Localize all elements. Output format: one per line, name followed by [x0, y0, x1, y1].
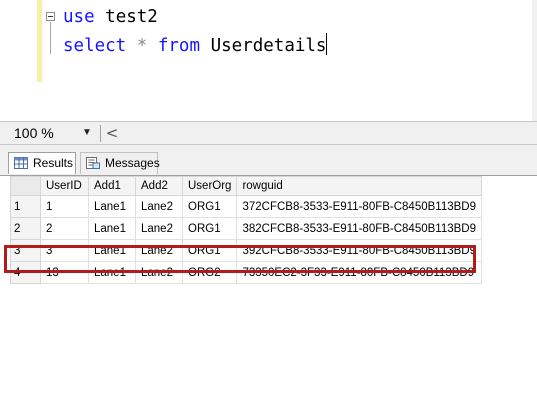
table-cell[interactable]: 1	[40, 195, 89, 218]
column-header[interactable]: rowguid	[236, 176, 482, 196]
keyword-select: select	[63, 36, 127, 56]
table-name: Userdetails	[210, 36, 327, 56]
table-cell[interactable]: 2	[40, 217, 89, 240]
table-cell[interactable]: Lane2	[135, 195, 183, 218]
table-cell[interactable]: ORG1	[181, 217, 238, 240]
row-highlight-annotation	[4, 245, 476, 273]
zoom-dropdown[interactable]: 100 % ▼	[10, 124, 96, 143]
table-cell[interactable]: 372CFCB8-3533-E911-80FB-C8450B113BD9	[236, 195, 482, 218]
keyword-from: from	[157, 36, 201, 56]
change-margin-indicator	[37, 0, 42, 82]
grid-icon	[14, 157, 28, 169]
table-cell[interactable]: Lane1	[88, 217, 136, 240]
table-cell[interactable]: ORG1	[181, 195, 238, 218]
collapse-toggle-icon[interactable]	[46, 12, 55, 21]
divider	[100, 125, 101, 142]
messages-icon	[86, 157, 100, 169]
database-name: test2	[105, 7, 158, 27]
query-editor[interactable]: use test2 select * from Userdetails	[0, 0, 537, 121]
corner-cell[interactable]	[10, 176, 41, 196]
code-line-2[interactable]: select * from Userdetails	[63, 33, 328, 57]
table-row[interactable]: 2 2 Lane1 Lane2 ORG1 382CFCB8-3533-E911-…	[10, 217, 482, 240]
results-tab-strip: Results Messages	[0, 145, 537, 175]
tab-results-label: Results	[33, 156, 74, 170]
table-cell[interactable]: Lane1	[88, 195, 136, 218]
tab-results[interactable]: Results	[8, 152, 76, 174]
table-row[interactable]: 1 1 Lane1 Lane2 ORG1 372CFCB8-3533-E911-…	[10, 195, 482, 218]
text-caret	[326, 33, 328, 55]
zoom-value: 100 %	[14, 125, 54, 141]
header-row: UserID Add1 Add2 UserOrg rowguid	[10, 176, 482, 196]
row-number[interactable]: 1	[10, 195, 41, 218]
outline-guide	[50, 22, 51, 54]
column-header[interactable]: UserID	[40, 176, 89, 196]
table-cell[interactable]: Lane2	[135, 217, 183, 240]
row-number[interactable]: 2	[10, 217, 41, 240]
code-line-1[interactable]: use test2	[63, 6, 158, 28]
editor-scrollbar[interactable]	[532, 0, 537, 121]
column-header[interactable]: UserOrg	[181, 176, 238, 196]
column-header[interactable]: Add1	[88, 176, 136, 196]
tab-messages[interactable]: Messages	[80, 152, 160, 174]
results-grid[interactable]: UserID Add1 Add2 UserOrg rowguid 1 1 Lan…	[0, 175, 537, 401]
column-header[interactable]: Add2	[135, 176, 183, 196]
tab-messages-label: Messages	[105, 156, 160, 170]
zoom-bar: 100 % ▼ <	[0, 121, 537, 145]
scroll-left-button[interactable]: <	[103, 123, 121, 143]
chevron-down-icon[interactable]: ▼	[82, 127, 92, 138]
star-operator: *	[136, 36, 148, 56]
keyword-use: use	[63, 7, 95, 27]
table-cell[interactable]: 382CFCB8-3533-E911-80FB-C8450B113BD9	[236, 217, 482, 240]
